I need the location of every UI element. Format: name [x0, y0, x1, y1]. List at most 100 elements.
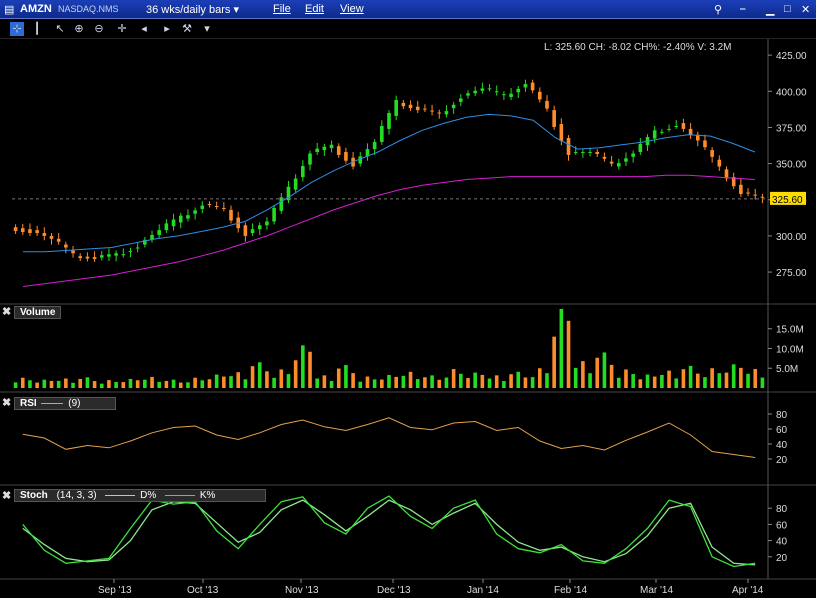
volume-bar	[588, 373, 592, 388]
chart-area[interactable]: 425.00400.00375.00350.00325.00300.00275.…	[0, 39, 816, 598]
stoch-panel-tab[interactable]: Stoch (14, 3, 3) D% K%	[14, 489, 266, 502]
volume-bar	[121, 382, 126, 388]
volume-bar	[717, 373, 722, 388]
candle-body	[222, 207, 226, 209]
candle-body	[135, 247, 140, 249]
volume-bar	[408, 371, 413, 388]
rsi-line	[22, 417, 756, 458]
candle-body	[408, 104, 413, 109]
chart-svg[interactable]: 425.00400.00375.00350.00325.00300.00275.…	[0, 39, 816, 598]
candle-body	[49, 235, 54, 239]
candle-body	[178, 215, 183, 223]
bar-type-icon[interactable]: ┃	[30, 22, 44, 36]
volume-bar	[308, 351, 312, 388]
volume-bar	[731, 364, 736, 388]
volume-bar	[710, 368, 714, 388]
candle-body	[13, 227, 18, 232]
scroll-right-icon[interactable]: ▸	[160, 22, 174, 36]
price-tick-label: 350.00	[776, 160, 807, 171]
cursor-mode-icon[interactable]: ⊹	[10, 22, 24, 36]
volume-bar	[128, 378, 133, 388]
maximize-icon[interactable]: □	[784, 3, 791, 15]
pointer-icon[interactable]: ↖	[53, 22, 67, 36]
zoom-out-icon[interactable]: ⊖	[92, 22, 106, 36]
volume-panel-tab[interactable]: Volume	[14, 306, 62, 319]
volume-bar	[293, 360, 298, 388]
volume-bar	[28, 380, 32, 388]
chart-icon: ▤	[4, 4, 15, 16]
candle-body	[293, 178, 298, 190]
volume-bar	[573, 367, 578, 388]
candle-body	[423, 108, 427, 110]
volume-bar	[186, 382, 190, 388]
candle-body	[157, 230, 162, 235]
candle-body	[214, 206, 219, 208]
close-stoch-icon[interactable]: ✖	[2, 489, 11, 502]
volume-bar	[193, 377, 197, 388]
rsi-panel-tab[interactable]: RSI (9)	[14, 397, 116, 410]
candle-body	[56, 238, 61, 242]
volume-bar	[236, 372, 240, 388]
menu-edit[interactable]: Edit	[305, 3, 324, 15]
scroll-left-icon[interactable]: ◂	[137, 22, 151, 36]
close-icon[interactable]: ✕	[801, 3, 810, 16]
volume-bar	[616, 377, 621, 388]
candle-body	[171, 219, 176, 227]
zoom-in-icon[interactable]: ⊕	[72, 22, 86, 36]
volume-bar	[286, 374, 291, 388]
candle-body	[739, 184, 743, 194]
volume-bar	[13, 382, 18, 388]
candle-body	[207, 204, 212, 206]
volume-bar	[602, 352, 607, 388]
menu-view[interactable]: View	[340, 3, 364, 15]
volume-tick-label: 5.0M	[776, 364, 798, 375]
volume-bar	[157, 381, 162, 388]
volume-bar	[703, 377, 707, 388]
candle-body	[329, 144, 334, 149]
symbol-label[interactable]: AMZN	[20, 3, 52, 15]
menu-file[interactable]: File	[273, 3, 291, 15]
volume-bar	[200, 380, 205, 388]
price-tick-label: 425.00	[776, 51, 807, 62]
crosshair-icon[interactable]: ✛	[115, 22, 129, 36]
volume-bar	[78, 378, 83, 388]
candle-body	[380, 125, 384, 142]
chart-toolbar: ⊹ ┃ ↖ ⊕ ⊖ ✛ ◂ ▸ ⚒ ▾	[0, 19, 816, 39]
lock-icon[interactable]: ⚲	[714, 3, 722, 16]
candle-body	[573, 152, 578, 154]
volume-bar	[609, 364, 614, 388]
volume-bar	[387, 374, 391, 388]
volume-bar	[322, 375, 327, 388]
k-label: K%	[199, 490, 216, 501]
volume-bar	[20, 377, 25, 388]
period-selector[interactable]: 36 wks/daily bars ▾	[146, 3, 239, 16]
candle-body	[552, 110, 556, 127]
volume-bar	[229, 376, 233, 388]
candle-body	[265, 221, 269, 226]
volume-bar	[674, 378, 679, 388]
last-price-label: 325.60	[772, 195, 803, 206]
stoch-k-line	[22, 495, 756, 568]
candle-body	[164, 223, 169, 231]
candle-body	[107, 254, 111, 257]
candle-body	[200, 205, 205, 209]
candle-body	[509, 93, 513, 98]
window-title-bar: ▤ AMZN NASDAQ.NMS 36 wks/daily bars ▾ Fi…	[0, 0, 816, 19]
candle-body	[746, 192, 750, 194]
candle-body	[92, 257, 97, 260]
volume-bar	[42, 379, 47, 388]
close-rsi-icon[interactable]: ✖	[2, 396, 11, 409]
volume-bar	[631, 374, 635, 388]
candle-body	[502, 94, 506, 96]
minimize-icon[interactable]: ▁	[766, 3, 774, 16]
candle-body	[753, 194, 758, 196]
candle-body	[272, 207, 276, 222]
candle-body	[193, 210, 197, 214]
volume-bar	[135, 380, 140, 388]
candle-body	[444, 111, 449, 115]
pin-icon[interactable]: ⎯	[740, 3, 746, 16]
wrench-icon[interactable]: ⚒	[180, 22, 194, 36]
volume-bar	[415, 379, 420, 388]
dropdown-icon[interactable]: ▾	[200, 22, 214, 36]
close-volume-icon[interactable]: ✖	[2, 305, 11, 318]
